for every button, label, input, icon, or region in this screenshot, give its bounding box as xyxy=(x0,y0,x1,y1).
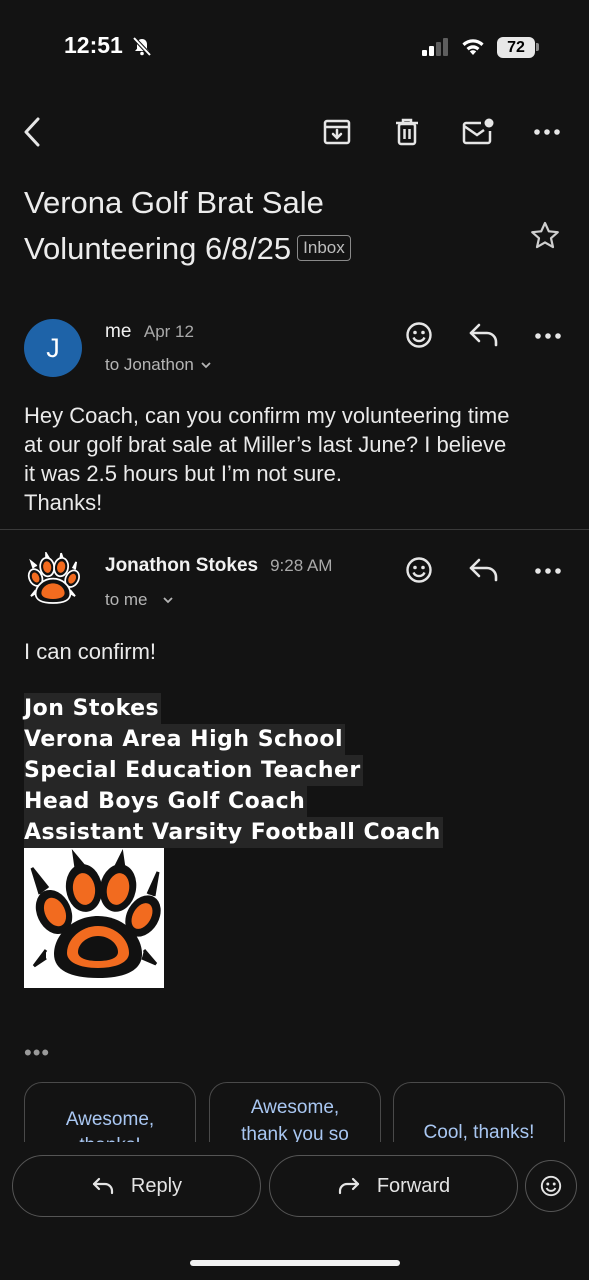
smart-reply-row: Awesome, thanks! Awesome, thank you so C… xyxy=(0,1082,589,1142)
emoji-icon xyxy=(406,557,432,583)
signature-line: Head Boys Golf Coach xyxy=(24,786,308,817)
chip-line: Awesome, xyxy=(250,1097,340,1118)
reply-button[interactable] xyxy=(468,557,500,583)
archive-icon xyxy=(323,119,351,145)
sender-avatar[interactable] xyxy=(24,552,82,610)
mark-unread-button[interactable] xyxy=(458,112,498,152)
message-body: Hey Coach, can you confirm my volunteeri… xyxy=(24,401,509,517)
emoji-icon xyxy=(540,1175,562,1197)
more-options-button[interactable] xyxy=(527,112,567,152)
forward-icon xyxy=(338,1177,359,1195)
add-reaction-button[interactable] xyxy=(404,320,434,350)
home-indicator[interactable] xyxy=(190,1260,400,1266)
message-body: I can confirm! xyxy=(24,639,157,664)
mark-unread-icon xyxy=(462,118,494,145)
battery-terminal xyxy=(536,43,539,51)
inbox-label-badge[interactable]: Inbox xyxy=(297,235,351,261)
signature-line: Assistant Varsity Football Coach xyxy=(24,817,443,848)
trash-icon xyxy=(396,118,418,146)
message-more-button[interactable] xyxy=(535,333,561,339)
reply-action-button[interactable]: Reply xyxy=(12,1155,261,1217)
sender-avatar[interactable]: J xyxy=(24,319,82,377)
body-line: at our golf brat sale at Miller’s last J… xyxy=(24,432,507,457)
smart-reply-chip[interactable]: Cool, thanks! xyxy=(393,1082,565,1142)
forward-label: Forward xyxy=(376,1174,451,1197)
archive-button[interactable] xyxy=(317,112,357,152)
emoji-reaction-button[interactable] xyxy=(525,1160,577,1212)
tiger-paw-logo xyxy=(30,848,161,978)
add-reaction-button[interactable] xyxy=(404,555,434,585)
message-date: 9:28 AM xyxy=(270,556,333,575)
show-trimmed-content-button[interactable]: ••• xyxy=(24,1040,50,1066)
chip-line: thanks! xyxy=(25,1133,195,1142)
reply-icon xyxy=(469,558,498,582)
delete-button[interactable] xyxy=(387,112,427,152)
message-header[interactable]: me Apr 12 xyxy=(105,321,194,343)
emoji-icon xyxy=(406,322,432,348)
chevron-down-icon xyxy=(201,362,211,369)
recipient-line: to me xyxy=(105,590,148,609)
reply-label: Reply xyxy=(130,1174,183,1197)
star-icon xyxy=(531,221,559,249)
tiger-paw-icon xyxy=(27,552,80,604)
chevron-left-icon xyxy=(24,117,40,147)
reply-icon xyxy=(469,323,498,347)
sender-name: Jonathon Stokes xyxy=(105,555,259,576)
more-horizontal-icon xyxy=(534,129,560,135)
message-more-button[interactable] xyxy=(535,568,561,574)
cellular-signal-icon xyxy=(422,38,450,56)
chip-line: thank you so xyxy=(241,1124,349,1142)
subject-line-2: Volunteering 6/8/25 Inbox xyxy=(24,226,514,272)
subject-line-2-text: Volunteering 6/8/25 xyxy=(24,231,292,266)
email-subject: Verona Golf Brat Sale Volunteering 6/8/2… xyxy=(24,180,514,272)
body-line: it was 2.5 hours but I’m not sure. xyxy=(24,461,342,486)
smart-reply-chip[interactable]: Awesome, thanks! xyxy=(24,1082,196,1142)
message-divider xyxy=(0,529,589,530)
reply-icon xyxy=(92,1177,114,1195)
reply-button[interactable] xyxy=(468,322,500,348)
subject-line-1: Verona Golf Brat Sale xyxy=(24,185,324,220)
body-line: Thanks! xyxy=(24,490,103,515)
message-header[interactable]: Jonathon Stokes 9:28 AM xyxy=(105,555,332,577)
email-signature: Jon Stokes Verona Area High School Speci… xyxy=(24,693,443,848)
chip-line: Awesome, xyxy=(65,1109,155,1130)
wifi-icon xyxy=(460,36,486,56)
battery-indicator: 72 xyxy=(497,37,535,58)
chip-line: Cool, thanks! xyxy=(423,1122,535,1142)
signature-line: Jon Stokes xyxy=(24,693,162,724)
forward-action-button[interactable]: Forward xyxy=(269,1155,518,1217)
smart-reply-chip[interactable]: Awesome, thank you so xyxy=(209,1082,381,1142)
recipient-line: to Jonathon xyxy=(105,355,194,374)
signature-line: Verona Area High School xyxy=(24,724,346,755)
signature-logo-image xyxy=(24,848,164,988)
signature-line: Special Education Teacher xyxy=(24,755,363,786)
body-line: Hey Coach, can you confirm my volunteeri… xyxy=(24,403,510,428)
sender-name: me xyxy=(105,321,132,342)
star-button[interactable] xyxy=(529,220,561,252)
more-horizontal-icon xyxy=(535,568,561,574)
silent-mode-icon xyxy=(131,36,153,58)
back-button[interactable] xyxy=(12,112,52,152)
recipient-details-toggle[interactable]: to Jonathon xyxy=(105,355,212,375)
message-date: Apr 12 xyxy=(143,322,194,341)
recipient-details-toggle[interactable]: to me xyxy=(105,590,174,610)
more-horizontal-icon xyxy=(535,333,561,339)
status-time: 12:51 xyxy=(64,32,123,58)
chevron-down-icon xyxy=(162,597,173,604)
